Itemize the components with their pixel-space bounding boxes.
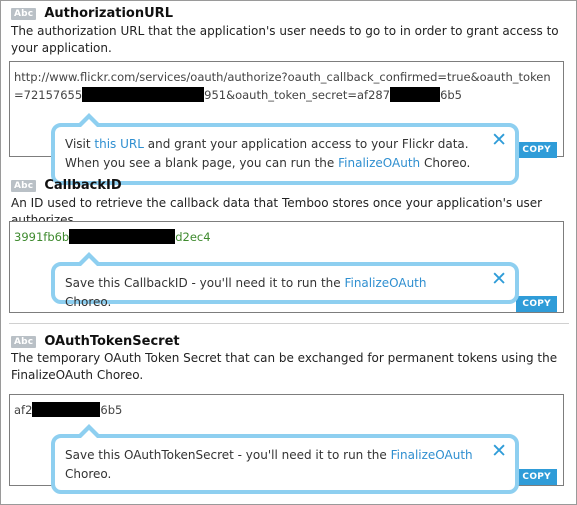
close-icon[interactable]: ✕ — [491, 270, 507, 289]
redacted-block — [82, 87, 205, 102]
close-icon[interactable]: ✕ — [491, 131, 507, 150]
string-type-badge: Abc — [11, 335, 37, 348]
oauthtokensecret-value[interactable]: af2 6b5 — [14, 401, 553, 419]
string-type-badge: Abc — [11, 7, 37, 20]
oauthtokensecret-label: OAuthTokenSecret — [44, 334, 180, 349]
callbackid-tooltip: ✕ Save this CallbackID - you'll need it … — [51, 252, 519, 309]
close-icon[interactable]: ✕ — [491, 442, 507, 461]
oauthtokensecret-description: The temporary OAuth Token Secret that ca… — [11, 351, 558, 382]
authorizationurl-tooltip: ✕ Visit this URL and grant your applicat… — [51, 113, 519, 185]
finalizeoauth-link[interactable]: FinalizeOAuth — [338, 156, 420, 170]
redacted-block — [32, 402, 101, 417]
copy-authorizationurl-button[interactable]: COPY — [516, 142, 557, 158]
section-divider — [9, 323, 569, 324]
section-title-authorizationurl: Abc AuthorizationURL — [11, 6, 173, 21]
redacted-block — [390, 87, 441, 102]
authorizationurl-label: AuthorizationURL — [44, 6, 173, 21]
this-url-link[interactable]: this URL — [94, 137, 144, 151]
finalizeoauth-link[interactable]: FinalizeOAuth — [344, 276, 426, 290]
output-panel: Abc AuthorizationURL The authorization U… — [0, 0, 577, 505]
copy-oauthtokensecret-button[interactable]: COPY — [516, 469, 557, 485]
authorizationurl-value[interactable]: http://www.flickr.com/services/oauth/aut… — [14, 68, 553, 104]
oauthtokensecret-tooltip: ✕ Save this OAuthTokenSecret - you'll ne… — [51, 424, 519, 494]
section-title-callbackid: Abc CallbackID — [11, 178, 122, 193]
redacted-block — [69, 229, 176, 244]
copy-callbackid-button[interactable]: COPY — [516, 296, 557, 312]
section-title-oauthtokensecret: Abc OAuthTokenSecret — [11, 334, 180, 349]
authorizationurl-description: The authorization URL that the applicati… — [11, 24, 559, 55]
callbackid-value[interactable]: 3991fb6b d2ec4 — [14, 228, 553, 246]
string-type-badge: Abc — [11, 179, 37, 192]
finalizeoauth-link[interactable]: FinalizeOAuth — [391, 448, 473, 462]
callbackid-label: CallbackID — [44, 178, 122, 193]
